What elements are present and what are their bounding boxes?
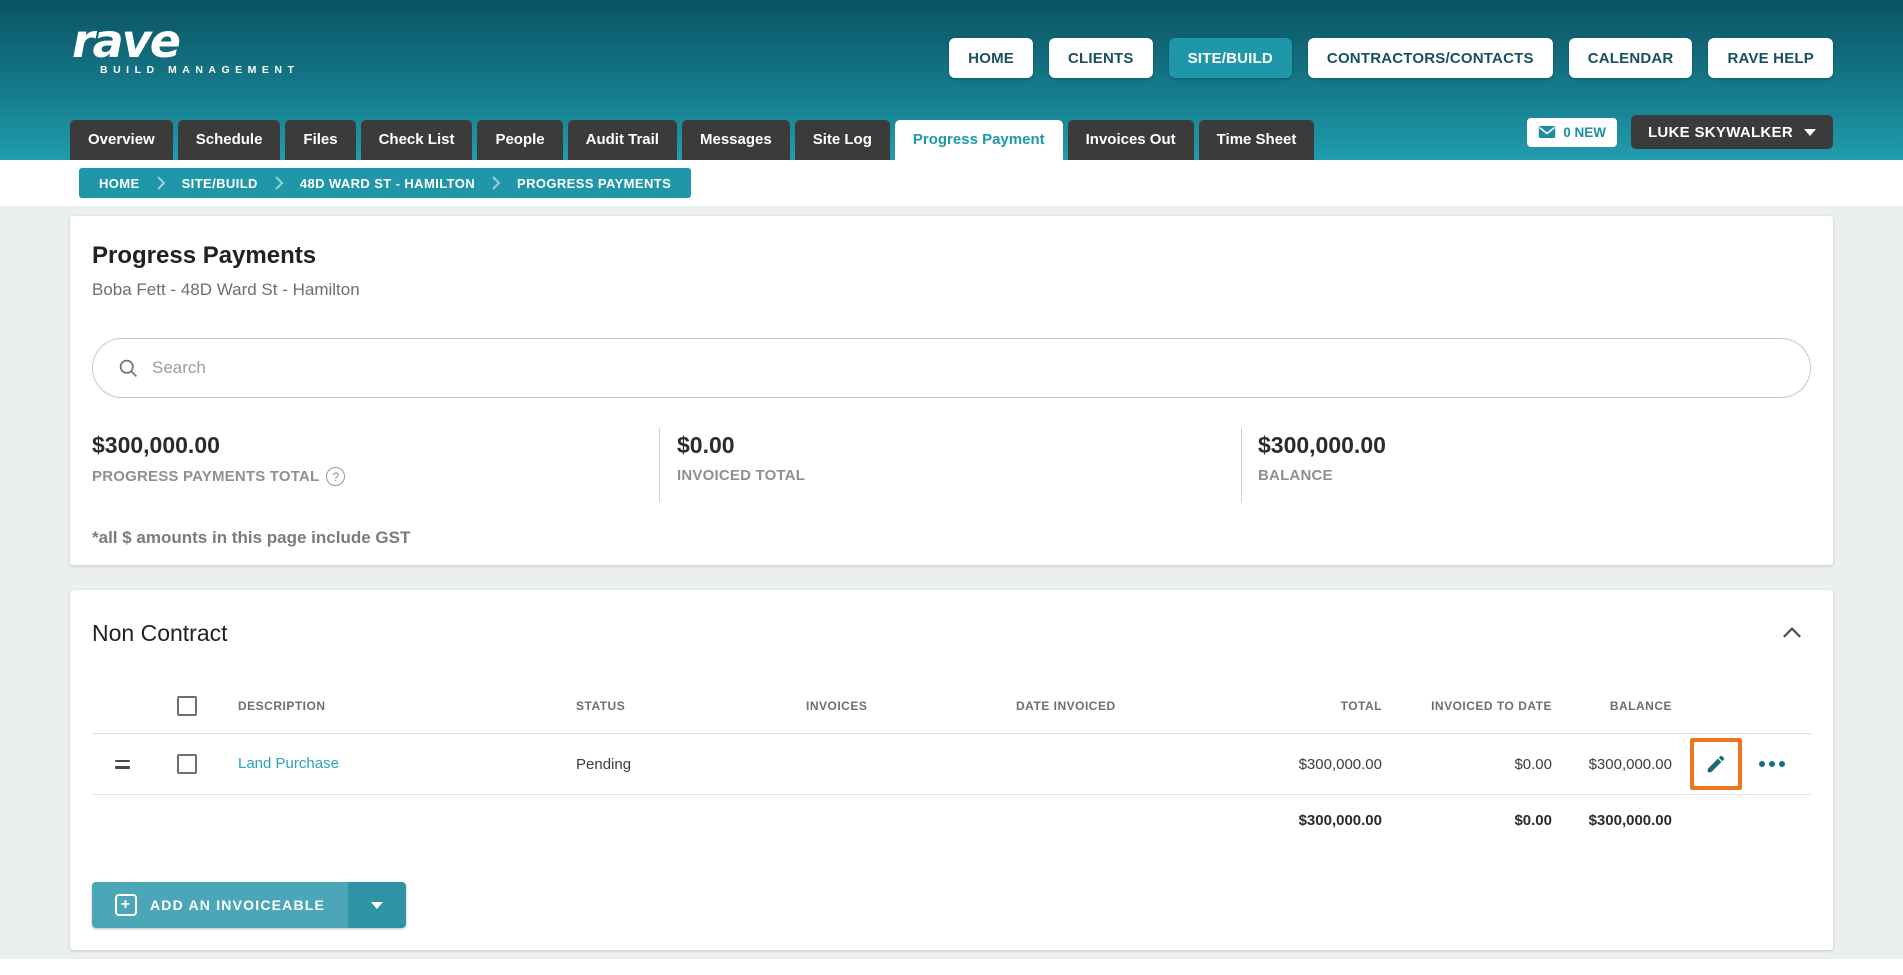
user-menu-label: LUKE SKYWALKER [1647, 123, 1793, 141]
tab-audit-trail[interactable]: Audit Trail [567, 120, 677, 160]
totals-balance: $300,000.00 [1588, 811, 1672, 829]
row-description-link[interactable]: Land Purchase [238, 755, 339, 772]
rave-logo-tagline: BUILD MANAGEMENT [100, 64, 300, 76]
add-invoiceable-button[interactable]: + ADD AN INVOICEABLE [92, 882, 349, 928]
breadcrumb-item-site-build[interactable]: SITE/BUILD [182, 176, 258, 191]
help-circle-icon[interactable]: ? [326, 467, 346, 486]
column-header-invoices: INVOICES [806, 698, 868, 713]
drag-handle-icon[interactable] [114, 759, 130, 769]
row-status: Pending [576, 755, 632, 773]
breadcrumb-chevron-icon [491, 175, 501, 191]
stat-value: $0.00 [677, 432, 735, 458]
row-more-options-button[interactable] [1755, 757, 1789, 771]
chevron-down-icon [371, 901, 384, 909]
breadcrumb-chevron-icon [156, 175, 166, 191]
stat-label: PROGRESS PAYMENTS TOTAL [92, 468, 320, 485]
nav-home-button[interactable]: HOME [949, 38, 1033, 78]
stat-label: BALANCE [1258, 467, 1333, 484]
collapse-section-button[interactable] [1775, 616, 1809, 650]
row-total: $300,000.00 [1298, 755, 1382, 773]
tab-files[interactable]: Files [285, 120, 356, 160]
breadcrumb-item-home[interactable]: HOME [99, 176, 140, 191]
nav-calendar-button[interactable]: CALENDAR [1568, 38, 1693, 78]
select-all-checkbox[interactable] [177, 695, 197, 716]
stat-value: $300,000.00 [92, 432, 220, 458]
search-input[interactable] [152, 358, 1785, 378]
tab-invoices-out[interactable]: Invoices Out [1067, 120, 1194, 160]
tab-overview[interactable]: Overview [70, 120, 173, 160]
more-dots-icon [1769, 761, 1775, 767]
section-title: Non Contract [92, 620, 228, 646]
add-invoiceable-split-button: + ADD AN INVOICEABLE [92, 882, 407, 928]
nav-contractors-contacts-button[interactable]: CONTRACTORS/CONTACTS [1307, 38, 1553, 78]
totals-total: $300,000.00 [1298, 811, 1382, 829]
tab-check-list[interactable]: Check List [360, 120, 473, 160]
tab-progress-payment[interactable]: Progress Payment [894, 120, 1063, 160]
nav-site-build-button[interactable]: SITE/BUILD [1168, 38, 1292, 78]
search-icon [119, 359, 137, 377]
non-contract-card: Non Contract DESCRIPTION STATUS INVOICES… [70, 590, 1833, 950]
messages-badge[interactable]: 0 NEW [1527, 117, 1617, 147]
column-header-date-invoiced: DATE INVOICED [1016, 698, 1116, 713]
table-header-row: DESCRIPTION STATUS INVOICES DATE INVOICE… [92, 678, 1811, 734]
stat-balance: $300,000.00 BALANCE [1258, 432, 1386, 484]
breadcrumb-chevron-icon [274, 175, 284, 191]
breadcrumb-strip: HOME SITE/BUILD 48D WARD ST - HAMILTON P… [0, 160, 1903, 206]
project-tab-bar: Overview Schedule Files Check List Peopl… [70, 120, 1315, 160]
search-box [92, 338, 1811, 398]
pencil-icon [1707, 755, 1725, 773]
add-invoiceable-label: ADD AN INVOICEABLE [150, 897, 326, 913]
add-invoiceable-dropdown-button[interactable] [348, 882, 407, 928]
stat-invoiced-total: $0.00 INVOICED TOTAL [677, 432, 805, 484]
table-totals-row: $300,000.00 $0.00 $300,000.00 [92, 795, 1811, 845]
table-row: Land Purchase Pending $300,000.00 $0.00 … [92, 734, 1811, 795]
column-header-total: TOTAL [1340, 698, 1382, 713]
page-subtitle: Boba Fett - 48D Ward St - Hamilton [92, 280, 360, 299]
rave-logo-word: rave [72, 14, 181, 68]
header-right-group: 0 NEW LUKE SKYWALKER [1527, 115, 1833, 149]
tab-site-log[interactable]: Site Log [794, 120, 890, 160]
edit-row-button[interactable] [1690, 738, 1742, 790]
chevron-down-icon [1804, 128, 1816, 136]
stat-progress-payments-total: $300,000.00 PROGRESS PAYMENTS TOTAL ? [92, 432, 346, 486]
breadcrumb: HOME SITE/BUILD 48D WARD ST - HAMILTON P… [79, 168, 692, 198]
row-actions [1672, 738, 1811, 790]
progress-payments-summary-card: Progress Payments Boba Fett - 48D Ward S… [70, 216, 1833, 565]
row-balance: $300,000.00 [1588, 755, 1672, 773]
tab-people[interactable]: People [477, 120, 563, 160]
breadcrumb-item-project[interactable]: 48D WARD ST - HAMILTON [300, 176, 475, 191]
plus-square-icon: + [115, 894, 137, 916]
breadcrumb-item-progress-payments[interactable]: PROGRESS PAYMENTS [517, 176, 671, 191]
user-menu-button[interactable]: LUKE SKYWALKER [1630, 115, 1833, 149]
app-header: rave BUILD MANAGEMENT HOME CLIENTS SITE/… [0, 0, 1903, 160]
tab-schedule[interactable]: Schedule [177, 120, 281, 160]
nav-rave-help-button[interactable]: RAVE HELP [1708, 38, 1833, 78]
gst-note: *all $ amounts in this page include GST [92, 528, 411, 547]
row-invoiced-to-date: $0.00 [1514, 755, 1552, 773]
tab-messages[interactable]: Messages [681, 120, 790, 160]
more-dots-icon [1779, 761, 1785, 767]
footer-strip [0, 959, 1903, 975]
top-nav: HOME CLIENTS SITE/BUILD CONTRACTORS/CONT… [949, 38, 1833, 78]
column-header-description: DESCRIPTION [238, 698, 326, 713]
progress-payments-table: DESCRIPTION STATUS INVOICES DATE INVOICE… [92, 678, 1811, 845]
row-checkbox[interactable] [177, 754, 197, 774]
page-title: Progress Payments [92, 242, 317, 269]
tab-time-sheet[interactable]: Time Sheet [1198, 120, 1315, 160]
totals-invoiced-to-date: $0.00 [1514, 811, 1552, 829]
stat-value: $300,000.00 [1258, 432, 1386, 458]
stat-divider [1241, 428, 1242, 502]
envelope-icon [1538, 126, 1556, 138]
more-dots-icon [1759, 761, 1765, 767]
stat-divider [659, 428, 660, 502]
stat-label: INVOICED TOTAL [677, 467, 806, 484]
rave-logo[interactable]: rave BUILD MANAGEMENT [72, 18, 299, 76]
column-header-status: STATUS [576, 698, 626, 713]
chevron-up-icon [1783, 627, 1801, 638]
messages-badge-label: 0 NEW [1563, 124, 1606, 140]
nav-clients-button[interactable]: CLIENTS [1048, 38, 1153, 78]
column-header-invoiced-to-date: INVOICED TO DATE [1431, 698, 1552, 713]
column-header-balance: BALANCE [1609, 698, 1672, 713]
